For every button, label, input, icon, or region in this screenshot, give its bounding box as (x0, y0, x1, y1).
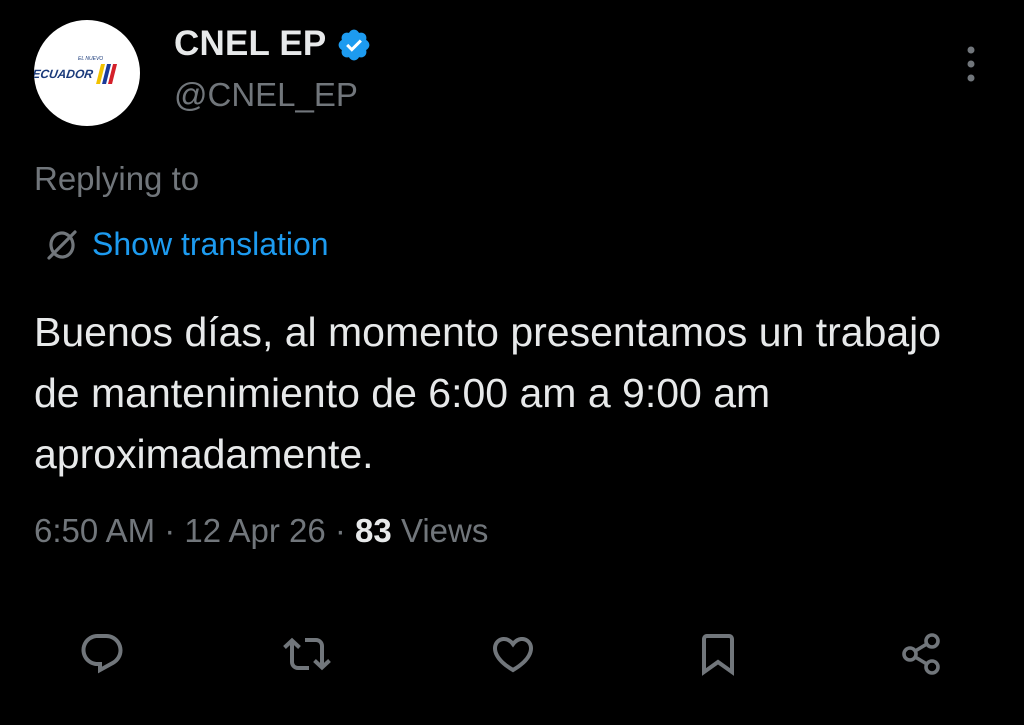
author-name-row[interactable]: CNEL EP (174, 24, 372, 64)
globe-icon (44, 227, 80, 263)
meta-separator: · (334, 512, 346, 549)
tweet-text: Buenos días, al momento presentamos un t… (34, 309, 942, 477)
bookmark-icon (702, 634, 734, 676)
replying-to-label: Replying to (34, 160, 200, 197)
tweet-date[interactable]: 12 Apr 26 (184, 512, 325, 549)
views-label[interactable]: Views (401, 512, 488, 549)
more-vertical-icon (967, 46, 975, 82)
reply-button[interactable] (74, 626, 130, 682)
show-translation-button[interactable]: Show translation (44, 226, 329, 263)
retweet-button[interactable] (279, 626, 335, 682)
author-handle[interactable]: @CNEL_EP (174, 76, 358, 114)
retweet-icon (283, 637, 331, 671)
verified-badge-icon (336, 25, 372, 63)
more-options-button[interactable] (954, 42, 988, 86)
tweet-meta: 6:50 AM · 12 Apr 26 · 83 Views (34, 512, 488, 550)
heart-icon (492, 637, 534, 673)
tweet-action-bar (0, 626, 1024, 682)
meta-separator: · (164, 512, 176, 549)
views-count: 83 (355, 512, 392, 549)
reply-icon (81, 634, 123, 674)
avatar[interactable]: EL NUEVO ECUADOR (34, 20, 140, 126)
svg-text:EL NUEVO: EL NUEVO (78, 56, 103, 62)
share-icon (902, 633, 940, 675)
author-display-name[interactable]: CNEL EP (174, 24, 326, 64)
show-translation-label[interactable]: Show translation (92, 226, 329, 263)
tweet-time[interactable]: 6:50 AM (34, 512, 155, 549)
share-button[interactable] (893, 626, 949, 682)
bookmark-button[interactable] (690, 626, 746, 682)
like-button[interactable] (485, 626, 541, 682)
ecuador-logo: EL NUEVO ECUADOR (34, 56, 118, 84)
svg-text:ECUADOR: ECUADOR (34, 67, 94, 81)
